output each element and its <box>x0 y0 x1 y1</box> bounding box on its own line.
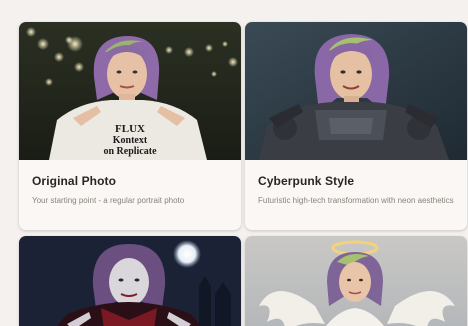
card-vampire-style[interactable] <box>19 236 241 326</box>
card-title: Original Photo <box>32 174 117 188</box>
card-angel-style[interactable] <box>245 236 467 326</box>
angel-style-image <box>245 236 467 326</box>
shirt-text-line-1: FLUX <box>115 123 145 135</box>
vampire-style-image <box>19 236 241 326</box>
shirt-text-line-2: Kontext <box>113 135 148 146</box>
cyberpunk-style-image <box>245 22 467 160</box>
card-cyberpunk-style[interactable]: Cyberpunk Style Futuristic high-tech tra… <box>245 22 467 230</box>
card-title: Cyberpunk Style <box>258 174 355 188</box>
card-original-photo[interactable]: FLUX Kontext on Replicate Original Photo… <box>19 22 241 230</box>
card-description: Futuristic high-tech transformation with… <box>258 196 454 205</box>
card-description: Your starting point - a regular portrait… <box>32 196 185 205</box>
original-photo-image: FLUX Kontext on Replicate <box>19 22 241 160</box>
shirt-text-line-3: on Replicate <box>103 146 157 157</box>
